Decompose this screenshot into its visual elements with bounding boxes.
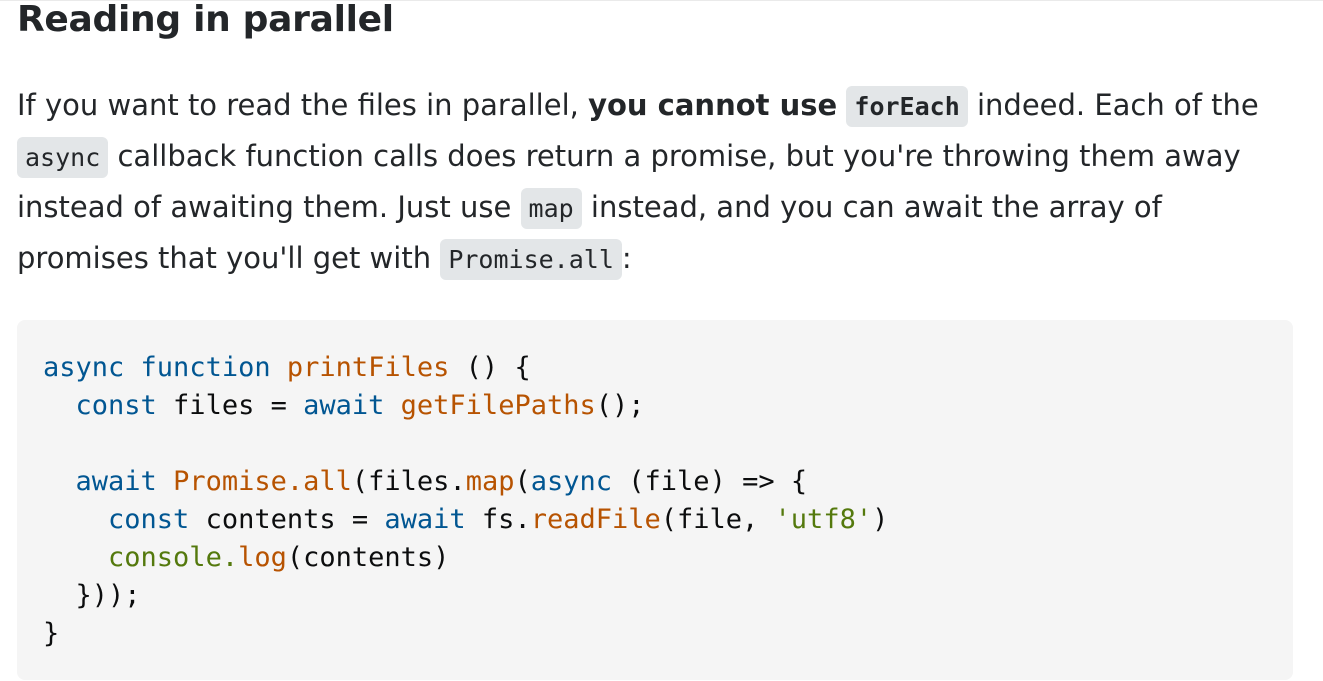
code-builtin: console [108, 542, 222, 573]
code-text: ( [514, 466, 531, 497]
paragraph-line: If you want to read the files in paralle… [17, 80, 1297, 131]
paragraph-line: async callback function calls does retur… [17, 131, 1297, 182]
code-keyword: await [303, 390, 385, 421]
inline-code-map: map [520, 188, 582, 229]
code-line: const contents = await fs.readFile(file,… [43, 501, 1293, 539]
code-line: await Promise.all(files.map(async (file)… [43, 463, 1293, 501]
code-line: })); [43, 580, 141, 611]
paragraph-line: promises that you'll get with Promise.al… [17, 233, 1297, 284]
code-line: console.log(contents) [43, 539, 1293, 577]
code-text: fs. [465, 504, 531, 535]
code-function-name: printFiles [286, 352, 450, 383]
code-content[interactable]: async function printFiles () { const fil… [43, 349, 1293, 653]
paragraph-text: promises that you'll get with [17, 241, 441, 275]
paragraph-text: instead of awaiting them. Just use [17, 190, 521, 224]
explanation-paragraph: If you want to read the files in paralle… [17, 80, 1297, 284]
code-text: files = [156, 390, 304, 421]
code-text: (file, [660, 504, 775, 535]
paragraph-text: If you want to read the files in paralle… [17, 88, 589, 122]
paragraph-line: instead of awaiting them. Just use map i… [17, 182, 1297, 233]
code-text: (); [595, 390, 645, 421]
code-string: 'utf8' [774, 504, 873, 535]
code-function-name: map [465, 466, 515, 497]
code-function-name: log [238, 542, 287, 573]
paragraph-text: indeed. Each of the [967, 88, 1259, 122]
inline-code-async: async [17, 137, 109, 178]
inline-code-promise-all: Promise.all [440, 239, 622, 280]
code-text: (contents) [286, 542, 450, 573]
code-line: const files = await getFilePaths(); [43, 387, 1293, 425]
inline-code-foreach: forEach [846, 86, 968, 127]
code-keyword: await [384, 504, 466, 535]
code-keyword: async [530, 466, 613, 497]
code-function-name: all [303, 466, 352, 497]
code-line: async function printFiles () { [43, 349, 1293, 387]
code-keyword: const [75, 390, 157, 421]
bold-emphasis: you cannot use [588, 88, 838, 122]
section-heading: Reading in parallel [17, 0, 394, 40]
code-text: contents = [189, 504, 385, 535]
code-punct: . [286, 466, 304, 497]
code-text: ) [872, 504, 889, 535]
paragraph-text: : [621, 241, 632, 275]
code-punct: . [221, 542, 239, 573]
code-keyword: function [140, 352, 271, 383]
paragraph-text: instead, and you can await the array of [581, 190, 1162, 224]
code-line: } [43, 618, 60, 649]
code-text: (file) => { [612, 466, 808, 497]
code-function-name: readFile [530, 504, 661, 535]
code-function-name: getFilePaths [400, 390, 596, 421]
code-keyword: const [108, 504, 190, 535]
code-text: () { [449, 352, 531, 383]
code-keyword: async [43, 352, 125, 383]
paragraph-text: callback function calls does return a pr… [108, 139, 1241, 173]
code-text: (files. [351, 466, 466, 497]
code-block[interactable]: async function printFiles () { const fil… [17, 320, 1293, 680]
code-keyword: await [75, 466, 157, 497]
code-function-name: Promise [173, 466, 287, 497]
